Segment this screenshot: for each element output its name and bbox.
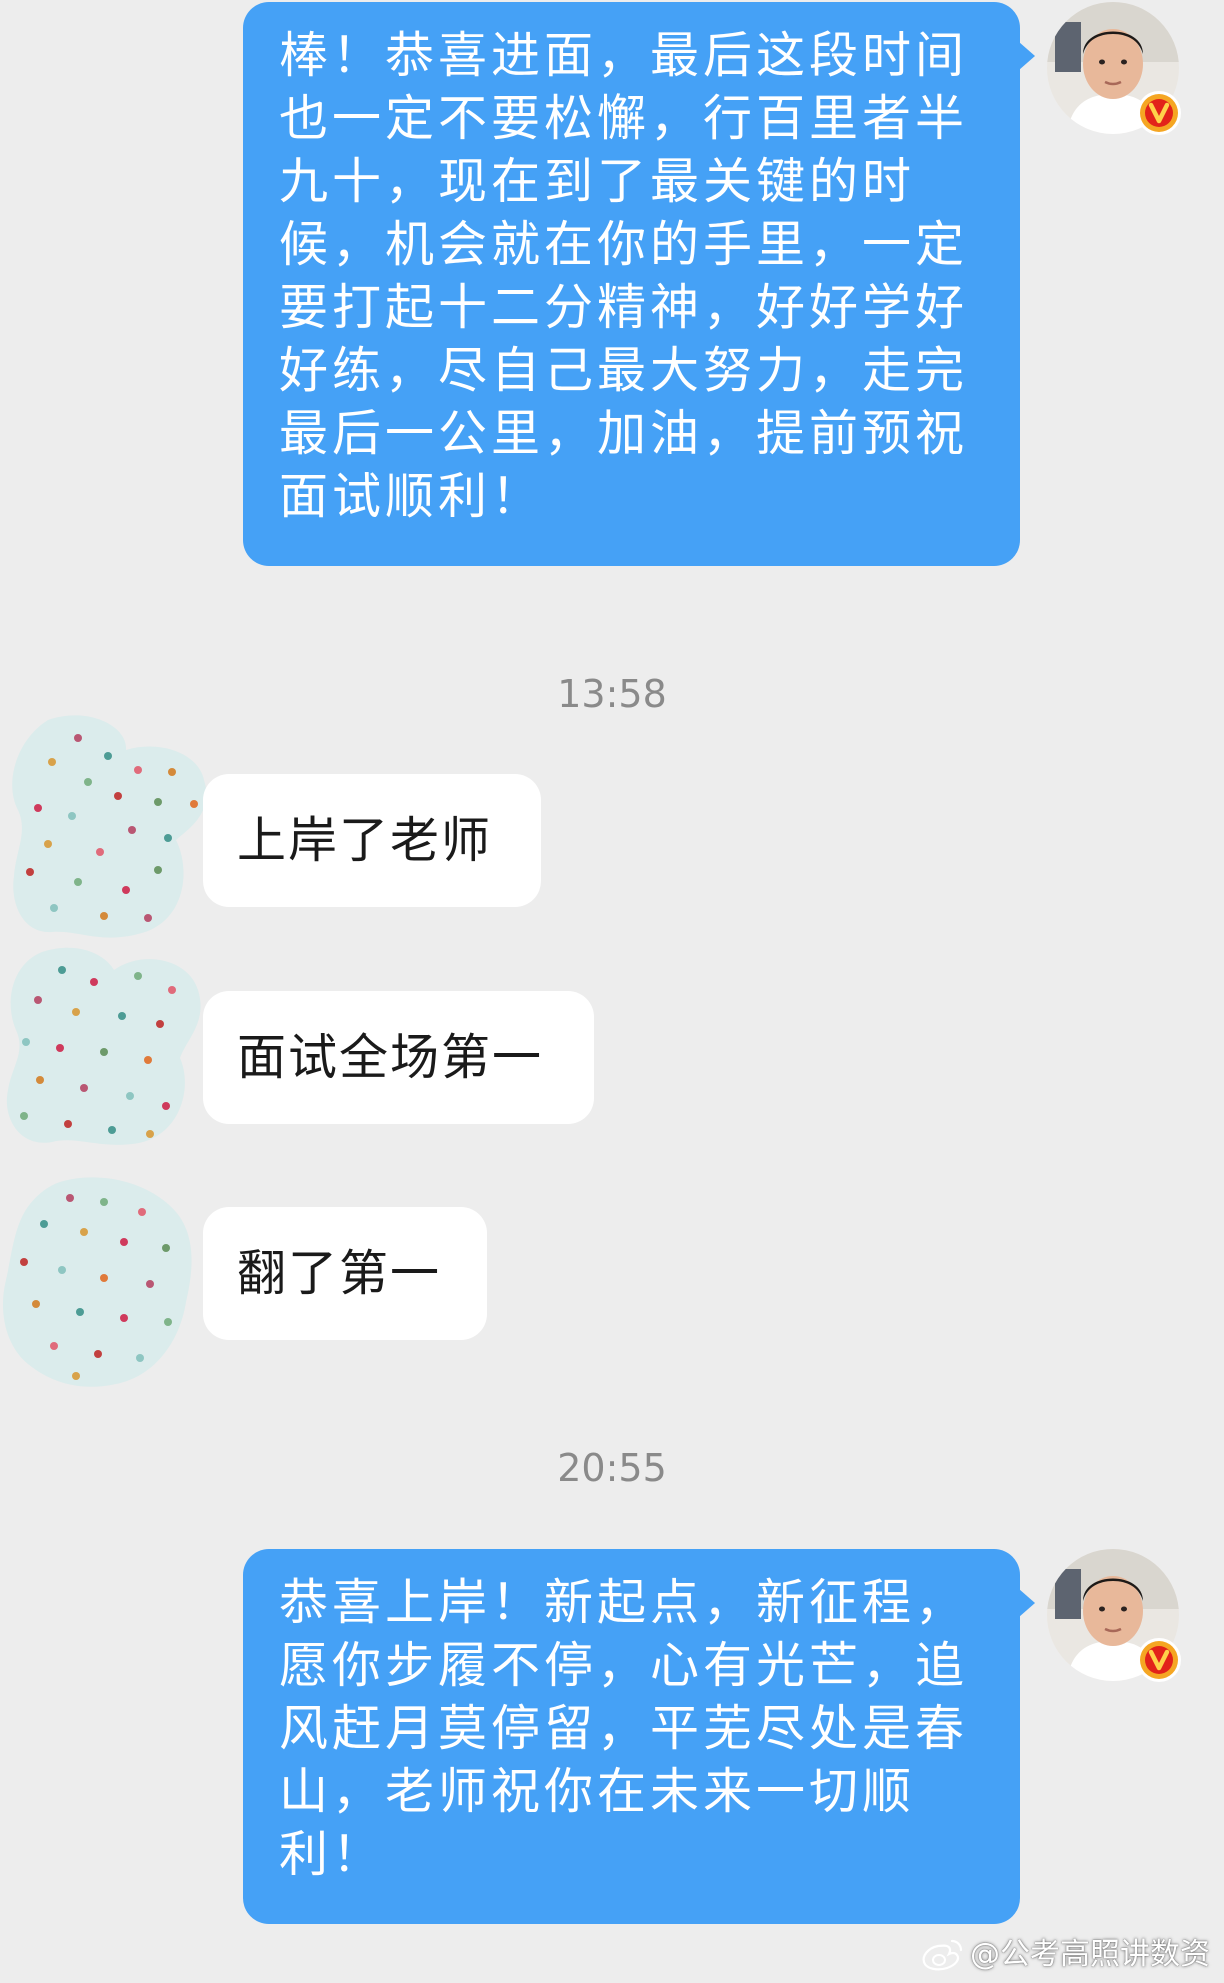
timestamp: 20:55 (557, 1446, 667, 1490)
watermark: @公考高照讲数资 (920, 1935, 1210, 1975)
verified-badge-icon (1137, 1638, 1181, 1682)
weibo-icon (922, 1939, 963, 1971)
timestamp: 13:58 (557, 672, 667, 716)
message-text: 棒！恭喜进面，最后这段时间也一定不要松懈，行百里者半九十，现在到了最关键的时候，… (279, 27, 969, 525)
outgoing-message-bubble[interactable]: 棒！恭喜进面，最后这段时间也一定不要松懈，行百里者半九十，现在到了最关键的时候，… (243, 2, 1035, 566)
blurred-avatar[interactable] (0, 1172, 200, 1392)
incoming-message-bubble[interactable]: 上岸了老师 (203, 774, 541, 907)
blurred-avatar[interactable] (2, 940, 202, 1150)
watermark-text: @公考高照讲数资 (970, 1937, 1210, 1972)
verified-badge-icon (1137, 91, 1181, 135)
message-text: 上岸了老师 (237, 811, 493, 869)
message-text: 恭喜上岸！新起点，新征程，愿你步履不停，心有光芒，追风赶月莫停留，平芜尽处是春山… (279, 1574, 969, 1883)
blurred-avatar[interactable] (8, 712, 218, 942)
outgoing-message-bubble[interactable]: 恭喜上岸！新起点，新征程，愿你步履不停，心有光芒，追风赶月莫停留，平芜尽处是春山… (243, 1549, 1035, 1924)
incoming-message-bubble[interactable]: 面试全场第一 (203, 991, 594, 1124)
message-text: 面试全场第一 (237, 1028, 544, 1086)
message-text: 翻了第一 (237, 1244, 442, 1302)
incoming-message-bubble[interactable]: 翻了第一 (203, 1207, 487, 1340)
